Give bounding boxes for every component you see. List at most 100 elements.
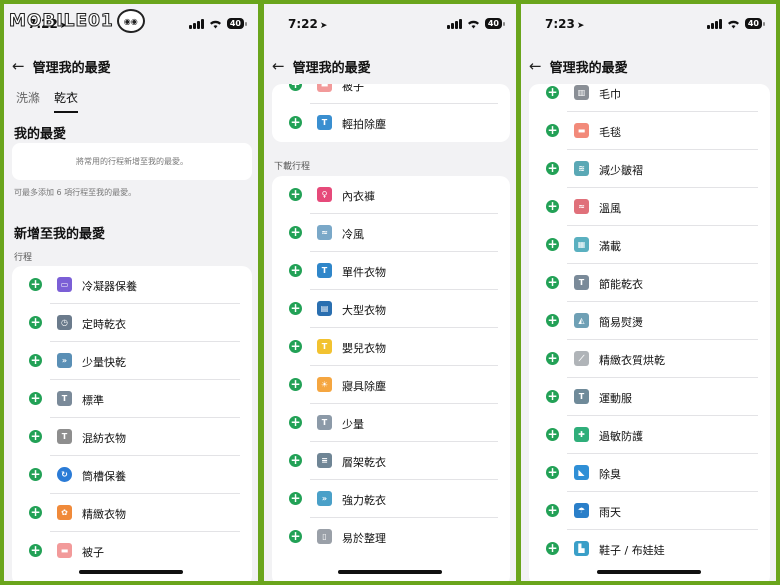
add-icon[interactable]: + xyxy=(289,454,302,467)
small-load-icon: T xyxy=(317,415,332,430)
add-icon[interactable]: + xyxy=(29,468,42,481)
list-item[interactable]: + T 少量 xyxy=(272,404,510,442)
page-title: 管理我的最愛 xyxy=(292,60,371,76)
wrinkle-icon: ≋ xyxy=(574,161,589,176)
download-list: + ♀ 內衣褲 + ≈ 冷風 + T 單件衣物 + ▤ 大型衣物 + T 嬰兒衣物 + ☀ 寢具除塵 +… xyxy=(272,176,510,581)
list-item[interactable]: + ▬ 毛毯 xyxy=(529,112,770,150)
add-icon[interactable]: + xyxy=(289,378,302,391)
list-item[interactable]: +» 少量快乾 xyxy=(12,342,252,380)
add-icon[interactable]: + xyxy=(546,390,559,403)
status-bar: 7:22 ➤ 40 xyxy=(264,4,516,44)
list-item[interactable]: + T 嬰兒衣物 xyxy=(272,328,510,366)
list-item[interactable]: + T 混紡衣物 xyxy=(12,418,252,456)
battery-icon: 40 xyxy=(744,18,766,29)
list-item[interactable]: + ⟋ 精緻衣質烘乾 xyxy=(529,340,770,378)
tab-wash[interactable]: 洗滌 xyxy=(16,89,40,113)
list-item[interactable]: + ▯ 易於整理 xyxy=(272,518,510,556)
add-icon[interactable]: + xyxy=(546,466,559,479)
add-icon[interactable]: + xyxy=(289,116,302,129)
add-icon[interactable]: + xyxy=(289,530,302,543)
list-item[interactable]: + ▬ 被子 xyxy=(12,532,252,570)
list-item[interactable]: + ◷ 定時乾衣 xyxy=(12,304,252,342)
add-icon[interactable]: + xyxy=(289,188,302,201)
screen-panel-2: 7:22 ➤ 40 ← 管理我的最愛 + ▬ 被子 + T 輕拍除塵 下載行程 + ♀ 內衣褲… xyxy=(264,4,516,581)
list-item[interactable]: + T 節能乾衣 xyxy=(529,264,770,302)
list-item[interactable]: + ☂ 雨天 xyxy=(529,492,770,530)
list-item[interactable]: + ▙ 鞋子 / 布娃娃 xyxy=(529,530,770,568)
add-icon[interactable]: + xyxy=(29,316,42,329)
list-item[interactable]: + ≈ 溫風 xyxy=(529,188,770,226)
status-bar: 7:23 ➤ 40 xyxy=(521,4,776,44)
warm-air-icon: ≈ xyxy=(574,199,589,214)
add-icon[interactable]: + xyxy=(29,544,42,557)
tab-dry[interactable]: 乾衣 xyxy=(54,89,79,113)
blend-shirt-icon: T xyxy=(57,429,72,444)
list-item[interactable]: + ✿ 精緻衣物 xyxy=(12,494,252,532)
add-icon[interactable]: + xyxy=(546,162,559,175)
list-item[interactable]: + ▥ 毛巾 xyxy=(529,84,770,112)
bulky-icon: ▤ xyxy=(317,301,332,316)
add-icon[interactable]: + xyxy=(546,124,559,137)
battery-icon: 40 xyxy=(484,18,506,29)
add-icon[interactable]: + xyxy=(29,430,42,443)
add-icon[interactable]: + xyxy=(546,504,559,517)
add-icon[interactable]: + xyxy=(289,416,302,429)
add-icon[interactable]: + xyxy=(289,302,302,315)
list-item[interactable]: + ♀ 內衣褲 xyxy=(272,176,510,214)
underwear-icon: ♀ xyxy=(317,187,332,202)
list-item[interactable]: + T 輕拍除塵 xyxy=(272,104,510,142)
towel-icon: ▥ xyxy=(574,85,589,100)
list-item[interactable]: +» 強力乾衣 xyxy=(272,480,510,518)
list-item[interactable]: + ▭ 冷凝器保養 xyxy=(12,266,252,304)
add-icon[interactable]: + xyxy=(546,238,559,251)
add-icon[interactable]: + xyxy=(29,392,42,405)
favorites-title: 我的最愛 xyxy=(14,127,67,142)
list-item[interactable]: + ↻ 筒槽保養 xyxy=(12,456,252,494)
list-item[interactable]: + T 標準 xyxy=(12,380,252,418)
add-icon[interactable]: + xyxy=(29,278,42,291)
rack-icon: ≡ xyxy=(317,453,332,468)
list-item[interactable]: + ☀ 寢具除塵 xyxy=(272,366,510,404)
list-item[interactable]: + ≈ 冷風 xyxy=(272,214,510,252)
list-item[interactable]: + T 運動服 xyxy=(529,378,770,416)
status-time: 7:22 ➤ xyxy=(288,17,328,31)
list-item[interactable]: + ≋ 減少皺褶 xyxy=(529,150,770,188)
allergy-care-icon: ✚ xyxy=(574,427,589,442)
list-item[interactable]: + ▤ 大型衣物 xyxy=(272,290,510,328)
add-icon[interactable]: + xyxy=(289,492,302,505)
add-icon[interactable]: + xyxy=(546,542,559,555)
list-item[interactable]: + ◭ 簡易熨燙 xyxy=(529,302,770,340)
add-icon[interactable]: + xyxy=(546,200,559,213)
signal-icon xyxy=(706,18,722,29)
wifi-icon xyxy=(209,20,221,28)
add-icon[interactable]: + xyxy=(546,428,559,441)
list-item[interactable]: + ✚ 過敏防護 xyxy=(529,416,770,454)
add-icon[interactable]: + xyxy=(546,276,559,289)
add-icon[interactable]: + xyxy=(29,354,42,367)
list-item[interactable]: + ≡ 層架乾衣 xyxy=(272,442,510,480)
add-icon[interactable]: + xyxy=(546,86,559,99)
add-icon[interactable]: + xyxy=(289,340,302,353)
add-icon[interactable]: + xyxy=(289,84,302,91)
screen-panel-1: 7:22 ➤ 40 ← 管理我的最愛 洗滌 乾衣 我的最愛 將常用的行程新增至我的… xyxy=(4,4,258,581)
back-arrow-icon[interactable]: ← xyxy=(272,57,285,75)
signal-icon xyxy=(188,18,204,29)
logo-face-icon: ◉◉ xyxy=(116,9,145,33)
wifi-icon xyxy=(727,20,739,28)
delicate-icon: ✿ xyxy=(57,505,72,520)
list-item[interactable]: + T 單件衣物 xyxy=(272,252,510,290)
add-icon[interactable]: + xyxy=(29,506,42,519)
add-icon[interactable]: + xyxy=(546,352,559,365)
course-list: + ▭ 冷凝器保養 + ◷ 定時乾衣 +» 少量快乾 + T 標準 + T 混紡衣物 + ↻ 筒槽保養… xyxy=(12,266,252,581)
add-icon[interactable]: + xyxy=(546,314,559,327)
list-item[interactable]: + ▦ 滿載 xyxy=(529,226,770,264)
blanket-icon: ▬ xyxy=(317,84,332,92)
add-icon[interactable]: + xyxy=(289,264,302,277)
condenser-icon: ▭ xyxy=(57,277,72,292)
back-arrow-icon[interactable]: ← xyxy=(529,57,542,75)
list-item[interactable]: + ◣ 除臭 xyxy=(529,454,770,492)
back-arrow-icon[interactable]: ← xyxy=(12,57,25,75)
add-icon[interactable]: + xyxy=(289,226,302,239)
page-header: ← 管理我的最愛 xyxy=(4,52,258,80)
list-item[interactable]: + ▬ 被子 xyxy=(272,84,510,104)
